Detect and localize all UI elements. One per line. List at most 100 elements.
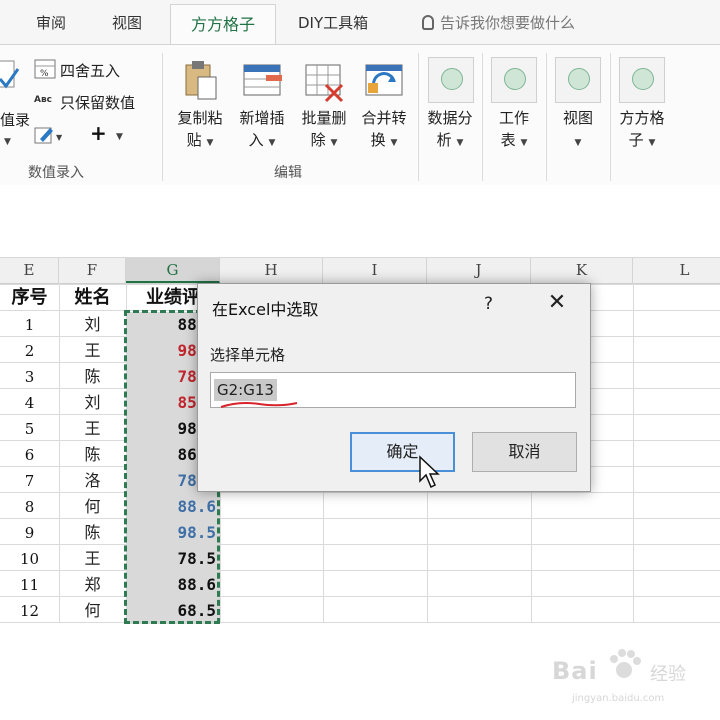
cell-name[interactable]: 郑 (59, 572, 126, 598)
add-insert-button[interactable]: 新增插 入 ▼ (232, 59, 292, 154)
cell-seq[interactable]: 9 (0, 520, 59, 546)
group-divider (162, 53, 163, 181)
cell-seq[interactable]: 5 (0, 416, 59, 442)
add-insert-line1: 新增插 (239, 109, 285, 127)
data-analysis-icon (428, 57, 474, 103)
copy-paste-button[interactable]: 复制粘 贴 ▼ (170, 59, 230, 154)
watermark-brand: Bai (552, 657, 598, 685)
chevron-down-icon: ▼ (116, 132, 123, 142)
cell-seq[interactable]: 3 (0, 364, 59, 390)
column-header-k[interactable]: K (531, 258, 633, 283)
cell-name[interactable]: 洛 (59, 468, 126, 494)
column-header-g[interactable]: G (126, 258, 220, 283)
chevron-down-icon: ▼ (4, 137, 11, 147)
fangfanggezi-button[interactable]: 方方格 子 ▼ (610, 107, 674, 154)
cell-name[interactable]: 陈 (59, 442, 126, 468)
cell-seq[interactable]: 4 (0, 390, 59, 416)
column-header-row: E F G H I J K L (0, 257, 720, 284)
range-input[interactable]: G2:G13 (210, 372, 576, 408)
column-header-e[interactable]: E (0, 258, 59, 283)
worksheet-button[interactable]: 工作 表 ▼ (482, 107, 546, 154)
mouse-cursor-icon (419, 455, 440, 489)
cell-seq[interactable]: 6 (0, 442, 59, 468)
chevron-down-icon: ▼ (330, 138, 338, 148)
cell-name[interactable]: 何 (59, 598, 126, 624)
cell-seq[interactable]: 2 (0, 338, 59, 364)
chevron-down-icon: ▼ (574, 138, 582, 148)
cell-seq[interactable]: 11 (0, 572, 59, 598)
merge-convert-line2: 换 (370, 131, 386, 149)
data-analysis-button[interactable]: 数据分 析 ▼ (418, 107, 482, 154)
cell-seq[interactable]: 1 (0, 312, 59, 338)
fangfanggezi-line2: 子 (628, 131, 644, 149)
red-underline-annotation (220, 402, 298, 408)
view-button[interactable]: 视图 ▼ (546, 107, 610, 154)
lightbulb-icon (422, 15, 434, 30)
cell-name[interactable]: 何 (59, 494, 126, 520)
group-label-edit: 编辑 (274, 165, 302, 181)
cell-seq[interactable]: 8 (0, 494, 59, 520)
select-range-dialog: 在Excel中选取 ? ✕ 选择单元格 G2:G13 确定 取消 (197, 283, 591, 492)
column-header-f[interactable]: F (59, 258, 126, 283)
chevron-down-icon: ▼ (456, 138, 464, 148)
cell-seq[interactable]: 12 (0, 598, 59, 624)
keep-values-button[interactable]: 只保留数值 (60, 92, 135, 113)
cell-seq[interactable]: 10 (0, 546, 59, 572)
tab-diy-toolbox[interactable]: DIY工具箱 (298, 12, 368, 33)
dialog-title: 在Excel中选取 (212, 300, 319, 319)
cell-name[interactable]: 陈 (59, 364, 126, 390)
worksheet-line2: 表 (500, 131, 516, 149)
close-icon[interactable]: ✕ (544, 290, 570, 316)
select-cells-label: 选择单元格 (210, 346, 286, 364)
tell-me-search[interactable]: 告诉我你想要做什么 (422, 12, 575, 33)
data-analysis-line1: 数据分 (427, 109, 473, 127)
worksheet-icon (491, 57, 537, 103)
header-cell-seq[interactable]: 序号 (0, 285, 59, 311)
plus-icon[interactable]: + (90, 121, 107, 145)
cell-name[interactable]: 王 (59, 546, 126, 572)
worksheet-line1: 工作 (498, 109, 529, 127)
tab-fangfanggezi[interactable]: 方方格子 (170, 4, 276, 45)
column-header-i[interactable]: I (323, 258, 427, 283)
formula-area (0, 185, 720, 257)
group-label-value-entry: 数值录入 (28, 165, 84, 181)
cell-seq[interactable]: 7 (0, 468, 59, 494)
ribbon-tab-bar: 审阅 视图 方方格子 DIY工具箱 告诉我你想要做什么 (0, 0, 720, 45)
cell-name[interactable]: 王 (59, 416, 126, 442)
watermark-cn: 经验 (650, 664, 686, 685)
tab-review[interactable]: 审阅 (36, 12, 66, 33)
delete-icon (304, 59, 344, 103)
tell-me-text: 告诉我你想要做什么 (440, 14, 576, 32)
column-header-l[interactable]: L (633, 258, 720, 283)
cell-name[interactable]: 陈 (59, 520, 126, 546)
batch-delete-line2: 除 (310, 131, 326, 149)
paste-icon (180, 59, 220, 103)
svg-text:▼: ▼ (56, 133, 63, 142)
svg-text:%: % (40, 69, 49, 79)
data-analysis-line2: 析 (436, 131, 452, 149)
fangfanggezi-icon (619, 57, 665, 103)
cell-name[interactable]: 王 (59, 338, 126, 364)
copy-paste-line1: 复制粘 (177, 109, 223, 127)
grid-line (633, 283, 634, 623)
help-icon[interactable]: ? (484, 294, 493, 314)
round-icon: % (34, 59, 56, 79)
ribbon-panel: 值录 ▼ % 四舍五入 Aʙᴄ 只保留数值 ▼ + ▼ 数值录入 复制粘 贴 ▼… (0, 44, 720, 186)
tab-view[interactable]: 视图 (112, 12, 142, 33)
column-header-h[interactable]: H (220, 258, 323, 283)
chevron-down-icon: ▼ (390, 138, 398, 148)
merge-convert-button[interactable]: 合并转 换 ▼ (354, 59, 414, 154)
add-insert-line2: 入 (248, 131, 264, 149)
round-button[interactable]: 四舍五入 (60, 60, 120, 81)
edit-icon[interactable]: ▼ (34, 125, 63, 145)
cell-name[interactable]: 刘 (59, 390, 126, 416)
cell-name[interactable]: 刘 (59, 312, 126, 338)
view-line1: 视图 (562, 109, 593, 127)
header-cell-name[interactable]: 姓名 (59, 285, 126, 311)
value-entry-label[interactable]: 值录 (0, 109, 30, 130)
fangfanggezi-line1: 方方格 (619, 109, 665, 127)
column-header-j[interactable]: J (427, 258, 531, 283)
batch-delete-button[interactable]: 批量删 除 ▼ (294, 59, 354, 154)
chevron-down-icon: ▼ (520, 138, 528, 148)
cancel-button[interactable]: 取消 (472, 432, 577, 472)
